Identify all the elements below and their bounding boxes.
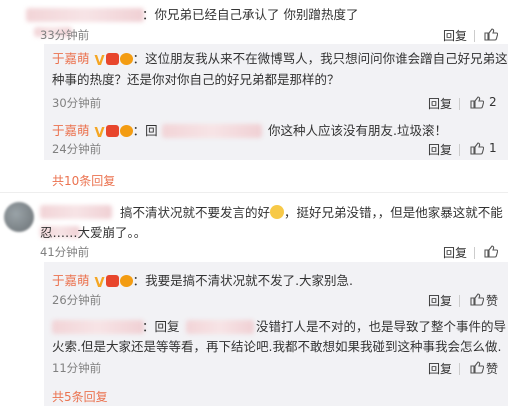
fan-badge-icon: [119, 53, 133, 65]
thumbs-up-icon[interactable]: [470, 361, 484, 374]
comment-time: 41分钟前: [40, 245, 90, 259]
reply-text-line2: 种事的热度？还是你对你自己的好兄弟都是那样的？: [52, 72, 340, 87]
blurred-username: [52, 320, 144, 334]
divider: [459, 363, 460, 375]
fan-badge-icon: [119, 125, 133, 137]
divider: [474, 30, 475, 42]
thumbs-up-icon[interactable]: [484, 28, 498, 41]
reply-text: ：我要是搞不清状况就不发了.大家别急.: [132, 273, 354, 288]
comment-text-line1: 搞不清状况就不要发言的好 ，挺好兄弟没错，，但是他家暴这就不能: [120, 204, 503, 222]
reply-text: ：这位朋友我从来不在微博骂人，我只想问问你谁会蹭自己好兄弟这: [132, 51, 508, 66]
blurred-mention: [162, 124, 262, 138]
like-count: 1: [489, 141, 497, 155]
level-badge-icon: [105, 275, 119, 287]
reply-author[interactable]: 于嘉萌: [52, 123, 90, 138]
comment-text: ，挺好兄弟没错，，但是他家暴这就不能: [284, 205, 503, 220]
verified-v-icon: V: [94, 276, 105, 291]
reply-button[interactable]: 回复: [443, 27, 467, 44]
thumbs-up-icon[interactable]: [470, 96, 484, 109]
reply-line: 于嘉萌 V ：我要是搞不清状况就不发了.大家别急.: [52, 272, 353, 293]
like-label: 赞: [486, 294, 499, 308]
avatar[interactable]: [4, 202, 34, 232]
like-label: 赞: [486, 362, 499, 376]
verified-v-icon: V: [94, 54, 105, 69]
more-replies-link[interactable]: 共10条回复: [52, 172, 115, 189]
comment-separator: [0, 192, 508, 193]
comment-text: ：你兄弟已经自己承认了 你别蹭热度了: [142, 7, 359, 22]
reply-button[interactable]: 回复: [428, 292, 452, 309]
thumbs-up-icon[interactable]: [470, 142, 484, 155]
reply-button[interactable]: 回复: [428, 95, 452, 112]
reply-prefix: ：回: [132, 123, 158, 138]
blurred-username: [40, 205, 112, 219]
reply-time: 30分钟前: [52, 96, 102, 110]
divider: [459, 295, 460, 307]
divider: [459, 98, 460, 110]
more-replies-link[interactable]: 共5条回复: [52, 388, 108, 405]
reply-button[interactable]: 回复: [443, 244, 467, 261]
reply-prefix: ：回复: [142, 319, 180, 334]
reply-button[interactable]: 回复: [428, 141, 452, 158]
reply-time: 24分钟前: [52, 142, 102, 156]
reply-text: 你这种人应该没有朋友.垃圾滚！: [268, 123, 447, 138]
reply-time: 26分钟前: [52, 293, 102, 307]
comment-text: 搞不清状况就不要发言的好: [120, 205, 271, 220]
level-badge-icon: [105, 125, 119, 137]
reply-line: 于嘉萌 V ：这位朋友我从来不在微博骂人，我只想问问你谁会蹭自己好兄弟这: [52, 50, 508, 71]
reply-time: 11分钟前: [52, 361, 102, 375]
reply-author[interactable]: 于嘉萌: [52, 273, 90, 288]
reply-line: 于嘉萌 V ：回: [52, 122, 158, 143]
divider: [459, 144, 460, 156]
fan-badge-icon: [119, 275, 133, 287]
comment-text-line2: 忍……大爱崩了。。: [40, 225, 147, 240]
blurred-mention: [186, 320, 254, 334]
thumbs-up-icon[interactable]: [484, 245, 498, 258]
level-badge-icon: [105, 53, 119, 65]
grin-emoji-icon: [270, 205, 285, 219]
blurred-username: [26, 8, 144, 22]
thumbs-up-icon[interactable]: [470, 293, 484, 306]
reply-text-line2: 火索.但是大家还是等等看，再下结论吧.我都不敢想如果我碰到这种事我会怎么做.: [52, 339, 502, 354]
reply-author[interactable]: 于嘉萌: [52, 51, 90, 66]
comment-time: 33分钟前: [40, 28, 90, 42]
reply-button[interactable]: 回复: [428, 360, 452, 377]
reply-text-line1: 没错打人是不对的，也是导致了整个事件的导: [256, 319, 507, 334]
like-count: 2: [489, 95, 497, 109]
divider: [474, 247, 475, 259]
